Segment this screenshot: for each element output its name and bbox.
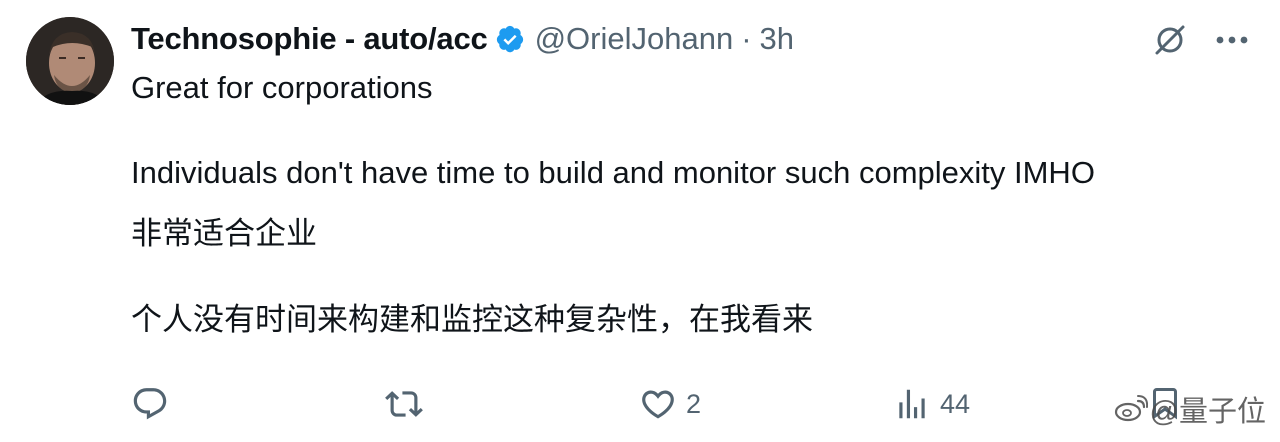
more-dots-icon[interactable] [1214, 34, 1250, 46]
avatar[interactable] [26, 17, 114, 105]
user-handle[interactable]: @OrielJohann [535, 18, 734, 60]
watermark: @量子位 [1114, 388, 1266, 430]
tweet-text-line-1: Great for corporations [131, 70, 433, 105]
display-name[interactable]: Technosophie - auto/acc [131, 18, 488, 60]
views-count: 44 [940, 388, 971, 419]
separator-dot: · [741, 21, 752, 56]
watermark-text: @量子位 [1149, 396, 1266, 428]
views-button[interactable]: 44 [893, 385, 970, 423]
tweet-action-bar: 2 44 [131, 385, 1241, 429]
tweet-text-line-2: Individuals don't have time to build and… [131, 155, 1095, 190]
views-icon [899, 389, 925, 419]
avatar-photo [26, 17, 114, 105]
repost-icon [385, 391, 423, 417]
reply-button[interactable] [131, 385, 178, 423]
repost-button[interactable] [385, 385, 432, 423]
verified-badge-icon [495, 24, 525, 54]
tweet-top-actions [1152, 22, 1250, 58]
translation-line-1: 非常适合企业 [131, 216, 317, 251]
heart-icon [642, 390, 674, 419]
translation-line-2: 个人没有时间来构建和监控这种复杂性，在我看来 [131, 302, 813, 337]
reply-icon [133, 388, 167, 420]
like-count: 2 [686, 388, 702, 419]
tweet[interactable]: Technosophie - auto/acc @OrielJohann · 3… [0, 0, 1280, 442]
like-button[interactable]: 2 [639, 385, 701, 423]
tweet-header: Technosophie - auto/acc @OrielJohann · 3… [131, 18, 794, 60]
tweet-timestamp[interactable]: 3h [760, 18, 794, 60]
weibo-icon [1114, 395, 1148, 423]
grok-slash-icon[interactable] [1152, 22, 1188, 58]
